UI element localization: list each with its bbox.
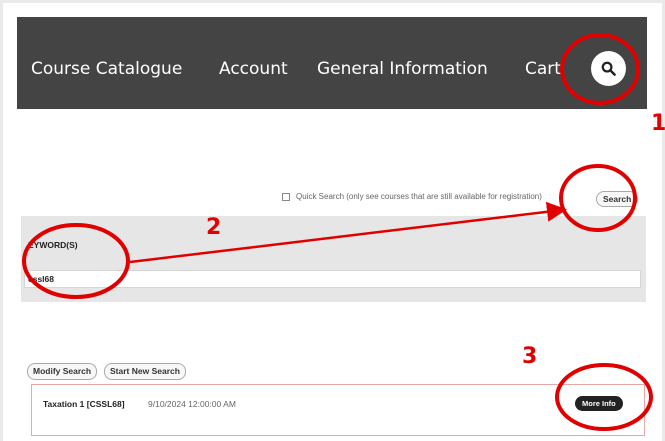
more-info-button[interactable]: More Info (575, 396, 623, 411)
nav-general-information[interactable]: General Information (317, 59, 488, 79)
search-button[interactable]: Search (596, 191, 639, 207)
nav-cart[interactable]: Cart (525, 59, 561, 79)
nav-account[interactable]: Account (219, 59, 288, 79)
table-row: Taxation 1 [CSSL68] 9/10/2024 12:00:00 A… (31, 384, 645, 436)
nav-course-catalogue[interactable]: Course Catalogue (31, 59, 182, 79)
course-title: Taxation 1 [CSSL68] (43, 399, 125, 409)
keyword-input[interactable] (24, 270, 641, 288)
course-date: 9/10/2024 12:00:00 AM (148, 399, 236, 409)
start-new-search-button[interactable]: Start New Search (104, 363, 186, 380)
keyword-panel: EYWORD(S) (21, 216, 646, 302)
quick-search-label: Quick Search (only see courses that are … (296, 192, 542, 201)
quick-search-checkbox[interactable] (282, 193, 290, 201)
keyword-label: EYWORD(S) (28, 240, 78, 250)
top-navigation-bar: Course Catalogue Account General Informa… (17, 17, 647, 109)
quick-search-option: Quick Search (only see courses that are … (282, 192, 542, 202)
page: Course Catalogue Account General Informa… (3, 3, 662, 441)
search-toggle-button[interactable] (591, 51, 626, 86)
modify-search-button[interactable]: Modify Search (27, 363, 98, 380)
magnifier-icon (601, 61, 616, 76)
